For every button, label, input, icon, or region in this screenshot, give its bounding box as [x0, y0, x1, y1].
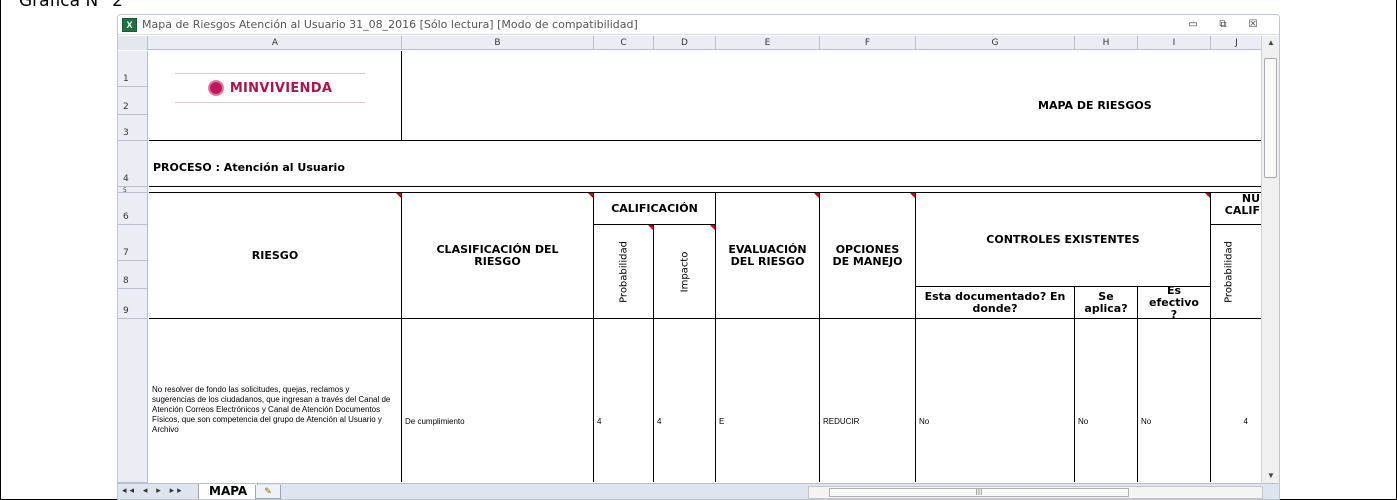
column-header-c[interactable]: C: [594, 36, 654, 50]
row-header-4[interactable]: 4: [118, 141, 148, 187]
header-impacto: Impacto: [654, 225, 716, 319]
cell-aplica[interactable]: No: [1075, 319, 1138, 482]
column-header-i[interactable]: I: [1138, 36, 1211, 50]
row-header-3[interactable]: 3: [118, 115, 148, 141]
cell-efectivo[interactable]: No: [1138, 319, 1211, 482]
title-cell: MAPA DE RIESGOS: [402, 51, 1262, 141]
coat-of-arms-icon: [207, 80, 224, 96]
vertical-scroll-thumb[interactable]: [1264, 58, 1277, 178]
worksheet-grid[interactable]: MINVIVIENDA MAPA DE RIESGOS PROCESO : At…: [149, 51, 1262, 482]
row-header-9[interactable]: 9: [118, 289, 148, 319]
cell-riesgo[interactable]: No resolver de fondo las solicitudes, qu…: [149, 319, 402, 482]
select-all-corner[interactable]: [118, 36, 148, 50]
header-evaluacion: EVALUACIÓN DEL RIESGO: [716, 193, 820, 319]
comment-indicator[interactable]: [396, 193, 401, 198]
header-nueva-calificacion: NU CALIF: [1211, 193, 1262, 225]
header-clasificacion: CLASIFICACIÓN DEL RIESGO: [402, 193, 594, 319]
scroll-down-icon[interactable]: ▼: [1262, 469, 1279, 483]
header-documentado: Esta documentado? En donde?: [916, 287, 1075, 319]
row-header-6[interactable]: 6: [118, 193, 148, 225]
comment-indicator[interactable]: [1205, 193, 1210, 198]
column-header-row: A B C D E F G H I J: [118, 36, 1279, 50]
sheet-tab-bar: ◂◂ ◂ ▸ ▸▸ MAPA ✎ III: [118, 483, 1279, 499]
cell-opciones[interactable]: REDUCIR: [820, 319, 916, 482]
vertical-scrollbar[interactable]: ▲ ▼: [1261, 36, 1279, 483]
header-riesgo: RIESGO: [149, 193, 402, 319]
excel-window: X Mapa de Riesgos Atención al Usuario 31…: [117, 14, 1280, 500]
logo-cell: MINVIVIENDA: [149, 51, 402, 141]
column-header-d[interactable]: D: [654, 36, 716, 50]
cell-impacto[interactable]: 4: [654, 319, 716, 482]
header-probabilidad-2: Probabilidad: [1211, 225, 1262, 319]
horizontal-scrollbar[interactable]: III: [808, 486, 1263, 499]
minvivienda-logo: MINVIVIENDA: [175, 73, 365, 103]
comment-indicator[interactable]: [814, 193, 819, 198]
header-opciones: OPCIONES DE MANEJO: [820, 193, 916, 319]
minimize-button[interactable]: ▭: [1182, 17, 1204, 33]
sheet-nav-arrows-icon[interactable]: ◂◂ ◂ ▸ ▸▸: [122, 486, 185, 496]
cell-clasificacion[interactable]: De cumplimiento: [402, 319, 594, 482]
sheet-title: MAPA DE RIESGOS: [1038, 99, 1152, 112]
comment-indicator[interactable]: [710, 225, 715, 230]
header-aplica: Se aplica?: [1075, 287, 1138, 319]
column-header-g[interactable]: G: [916, 36, 1075, 50]
column-header-a[interactable]: A: [149, 36, 402, 50]
figure-caption: Gráfica N° 2: [19, 0, 123, 11]
window-title: Mapa de Riesgos Atención al Usuario 31_0…: [142, 18, 638, 31]
column-header-h[interactable]: H: [1075, 36, 1138, 50]
scroll-up-icon[interactable]: ▲: [1262, 36, 1279, 50]
sheet-tab-mapa[interactable]: MAPA: [198, 484, 259, 499]
header-controles: CONTROLES EXISTENTES: [916, 193, 1211, 287]
row-header-2[interactable]: 2: [118, 87, 148, 115]
column-header-b[interactable]: B: [402, 36, 594, 50]
column-header-e[interactable]: E: [716, 36, 820, 50]
comment-indicator[interactable]: [648, 225, 653, 230]
cell-evaluacion[interactable]: E: [716, 319, 820, 482]
header-probabilidad: Probabilidad: [594, 225, 654, 319]
title-bar: X Mapa de Riesgos Atención al Usuario 31…: [118, 15, 1279, 35]
comment-indicator[interactable]: [910, 193, 915, 198]
cell-probabilidad-2[interactable]: 4: [1211, 319, 1262, 482]
insert-sheet-icon[interactable]: ✎: [255, 485, 281, 499]
comment-indicator[interactable]: [588, 193, 593, 198]
row-header-7[interactable]: 7: [118, 225, 148, 261]
row-header-8[interactable]: 8: [118, 261, 148, 289]
excel-app-icon[interactable]: X: [122, 18, 137, 32]
cell-documentado[interactable]: No: [916, 319, 1075, 482]
header-calificacion: CALIFICACIÓN: [594, 193, 716, 225]
row-header-10[interactable]: [118, 319, 148, 483]
column-header-j[interactable]: J: [1211, 36, 1263, 50]
logo-text: MINVIVIENDA: [229, 80, 333, 96]
header-efectivo: Es efectivo ?: [1138, 284, 1211, 320]
column-header-f[interactable]: F: [820, 36, 916, 50]
row-header-1[interactable]: 1: [118, 51, 148, 87]
horizontal-scroll-thumb[interactable]: III: [829, 488, 1129, 497]
process-label: PROCESO : Atención al Usuario: [153, 161, 345, 174]
restore-button[interactable]: ⧉: [1212, 17, 1234, 33]
cell-probabilidad[interactable]: 4: [594, 319, 654, 482]
close-button[interactable]: ☒: [1242, 17, 1264, 33]
process-cell: PROCESO : Atención al Usuario: [149, 141, 1262, 187]
